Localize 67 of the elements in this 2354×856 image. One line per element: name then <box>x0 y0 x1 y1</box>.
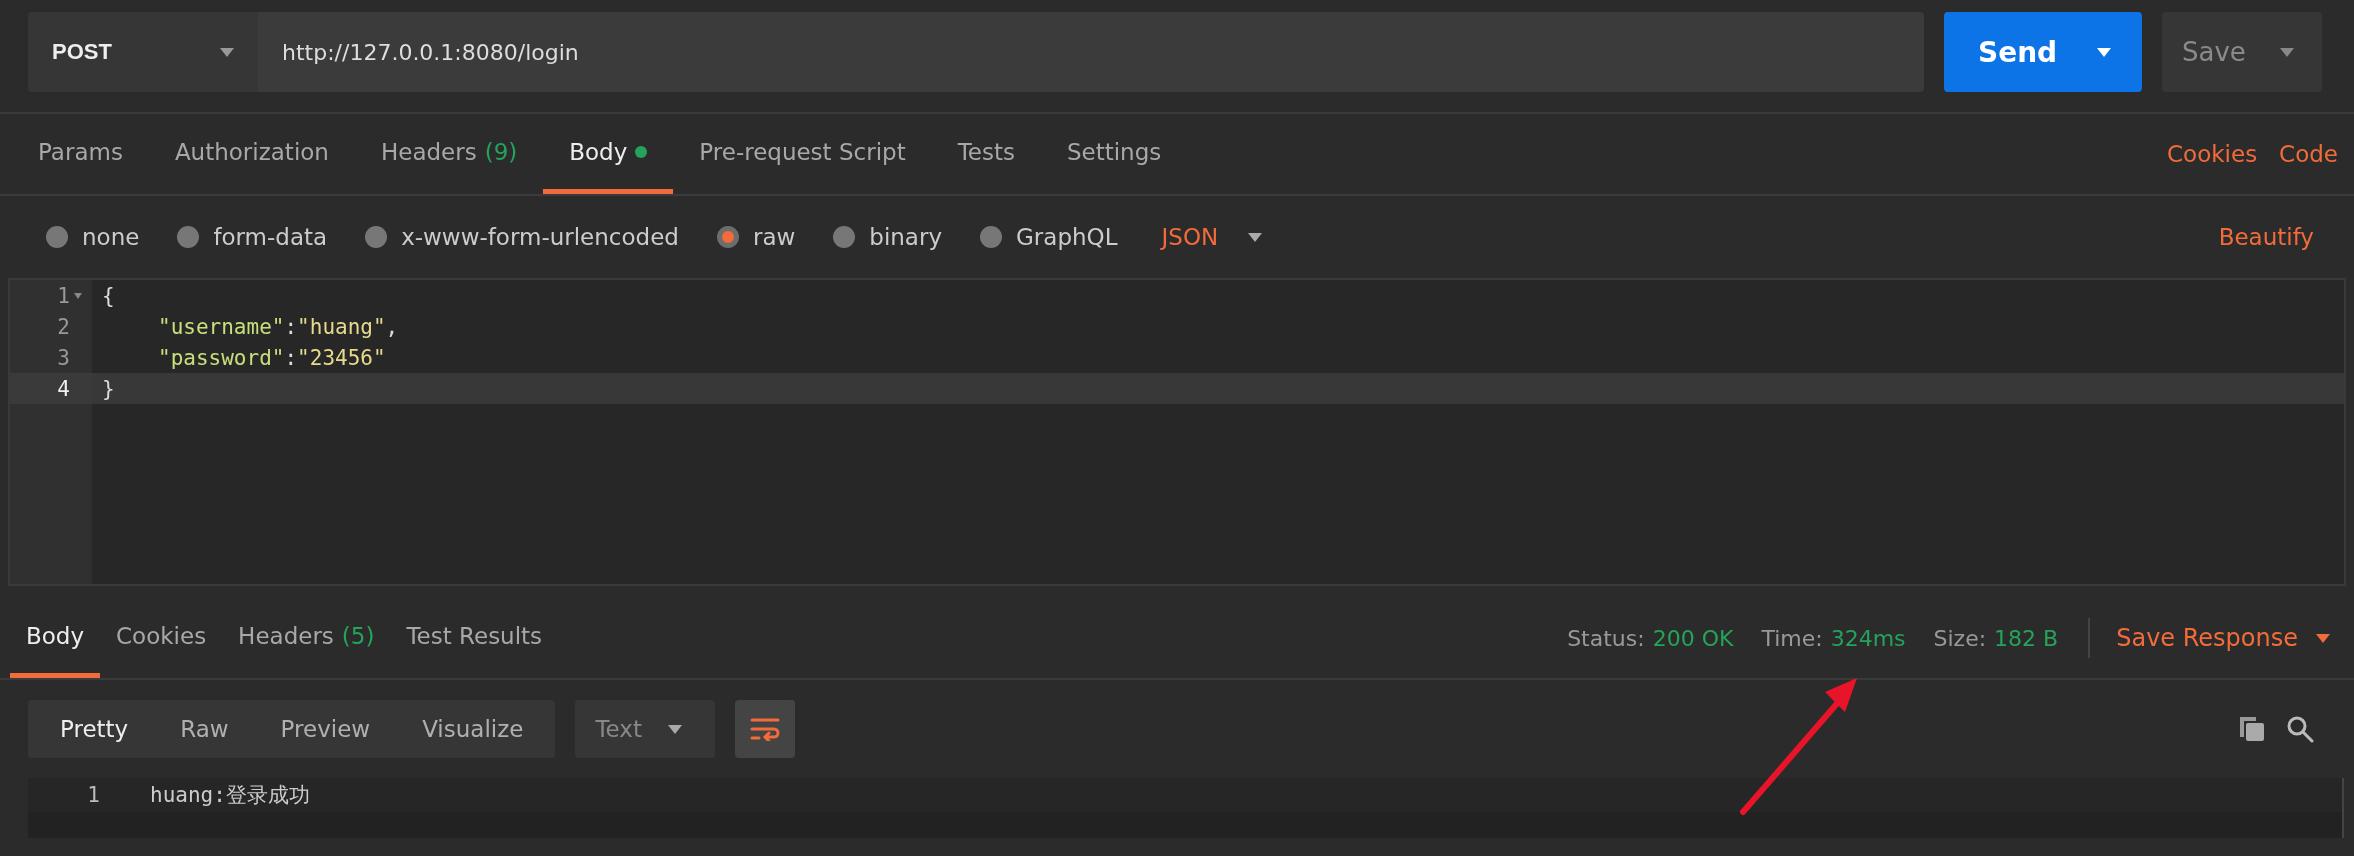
send-button[interactable]: Send <box>1944 12 2142 92</box>
radio-button[interactable] <box>833 226 856 248</box>
wrap-lines-button[interactable] <box>735 700 796 758</box>
search-icon[interactable] <box>2286 715 2314 743</box>
count-label: (5) <box>341 622 375 649</box>
line-number: 2 <box>57 314 70 339</box>
save-response-button[interactable]: Save Response <box>2110 598 2336 678</box>
code-line: { <box>101 283 115 308</box>
radio-label: GraphQL <box>1016 224 1118 250</box>
view-mode-tab[interactable]: Preview <box>254 700 397 758</box>
method-dropdown[interactable]: POST <box>28 12 258 92</box>
radio-button[interactable] <box>980 226 1003 248</box>
code-line: } <box>101 376 115 401</box>
code-line: "password":"23456" <box>157 345 386 370</box>
request-tab[interactable]: Params <box>12 114 149 194</box>
header-link[interactable]: Code <box>2257 141 2338 167</box>
request-tab[interactable]: Authorization <box>148 114 355 194</box>
view-mode-tab[interactable]: Raw <box>154 700 255 758</box>
response-tab[interactable]: Body <box>10 598 101 678</box>
caret-icon <box>2316 633 2330 643</box>
line-number: 4 <box>57 376 70 401</box>
response-tab[interactable]: Cookies <box>100 598 223 678</box>
radio-button[interactable] <box>46 226 68 248</box>
code-line: "username":"huang", <box>157 314 399 339</box>
request-tab[interactable]: Tests <box>931 114 1041 194</box>
radio-label: binary <box>869 224 943 250</box>
line-number: 1 <box>57 283 70 308</box>
response-tab[interactable]: Headers (5) <box>222 598 391 678</box>
status-label: Size: <box>1933 625 1987 651</box>
status-label: Time: <box>1761 625 1823 651</box>
caret-icon <box>220 47 234 57</box>
count-label: (9) <box>484 138 518 165</box>
save-button[interactable]: Save <box>2162 12 2322 92</box>
caret-icon <box>2097 47 2112 57</box>
line-number: 1 <box>86 783 100 807</box>
view-mode-tab[interactable]: Visualize <box>396 700 550 758</box>
caret-icon <box>2279 47 2294 57</box>
radio-button[interactable] <box>177 226 200 248</box>
radio-label: none <box>82 224 140 250</box>
code-editor[interactable]: 1 { 2 "username":"huang", 3 "password":"23456" 4 } <box>8 278 2346 586</box>
response-format-dropdown[interactable]: Text <box>575 700 716 758</box>
radio-button[interactable] <box>716 226 739 248</box>
status-value: 182 B <box>1994 625 2059 651</box>
caret-icon <box>1248 232 1263 242</box>
request-tab[interactable]: Body <box>543 114 674 194</box>
status-value: 324ms <box>1830 625 1906 651</box>
status-label: Status: <box>1567 625 1645 651</box>
request-tab[interactable]: Pre-request Script <box>673 114 932 194</box>
beautify-link[interactable]: Beautify <box>2196 224 2314 250</box>
radio-label: x-www-form-urlencoded <box>401 224 679 250</box>
request-tab[interactable]: Settings <box>1040 114 1188 194</box>
radio-label: raw <box>752 224 796 250</box>
radio-button[interactable] <box>365 226 388 248</box>
format-dropdown[interactable]: JSON <box>1155 223 1269 251</box>
wrap-lines-icon <box>750 717 781 741</box>
caret-icon <box>667 724 682 734</box>
response-tab[interactable]: Test Results <box>390 598 559 678</box>
view-mode-tab[interactable]: Pretty <box>34 700 155 758</box>
url-field[interactable]: http://127.0.0.1:8080/login <box>258 12 1924 92</box>
copy-icon[interactable] <box>2238 715 2266 743</box>
radio-label: form-data <box>213 224 328 250</box>
line-number: 3 <box>57 345 70 370</box>
status-value: 200 OK <box>1652 625 1734 651</box>
header-link[interactable]: Cookies <box>2145 141 2258 167</box>
fold-icon[interactable] <box>74 292 82 299</box>
response-text: huang:登录成功 <box>150 782 310 809</box>
request-tab[interactable]: Headers (9) <box>354 114 544 194</box>
